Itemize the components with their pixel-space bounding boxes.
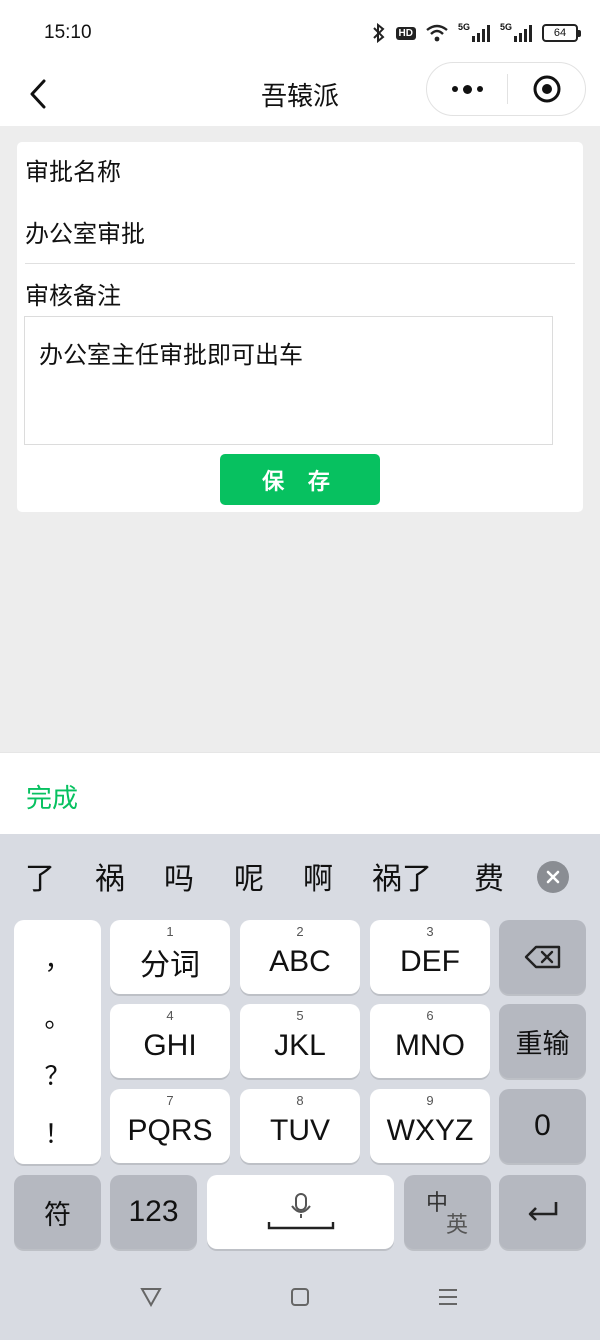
punct-key-period[interactable]: 。	[14, 998, 101, 1035]
system-navigation-bar	[0, 1254, 600, 1340]
enter-icon	[528, 1202, 557, 1221]
enter-key[interactable]	[499, 1175, 586, 1249]
punct-key-comma[interactable]: ，	[14, 940, 101, 977]
approval-name-field[interactable]: 办公室审批	[25, 214, 145, 249]
approval-name-label: 审批名称	[25, 158, 121, 186]
candidate-item[interactable]: 啊	[303, 854, 333, 898]
key-8-tuv[interactable]: 8 TUV	[240, 1089, 360, 1163]
backspace-icon	[524, 945, 560, 969]
save-button[interactable]: 保 存	[220, 454, 380, 505]
punct-key-question[interactable]: ？	[14, 1056, 101, 1093]
lang-en-label: 英	[446, 1212, 469, 1237]
candidate-item[interactable]: 祸了	[372, 854, 432, 898]
hd-icon: HD	[395, 26, 416, 40]
approval-form-card: 审批名称 办公室审批 审核备注 办公室主任审批即可出车 保 存	[17, 142, 583, 512]
close-miniprogram-button[interactable]	[508, 63, 585, 115]
reenter-key[interactable]: 重输	[499, 1004, 586, 1078]
system-home-button[interactable]	[280, 1280, 320, 1314]
candidate-item[interactable]: 吗	[164, 854, 194, 898]
key-7-pqrs[interactable]: 7 PQRS	[110, 1089, 230, 1163]
lang-zh-label: 中	[426, 1190, 449, 1215]
target-icon	[533, 75, 560, 103]
triangle-back-icon	[140, 1288, 162, 1307]
symbol-key[interactable]: 符	[14, 1175, 101, 1249]
key-6-mno[interactable]: 6 MNO	[370, 1004, 490, 1078]
square-home-icon	[291, 1288, 309, 1306]
close-icon	[546, 870, 560, 884]
bluetooth-icon	[372, 23, 386, 43]
key-4-ghi[interactable]: 4 GHI	[110, 1004, 230, 1078]
collapse-candidates-button[interactable]	[537, 861, 569, 893]
backspace-key[interactable]	[499, 920, 586, 994]
key-9-wxyz[interactable]: 9 WXYZ	[370, 1089, 490, 1163]
wifi-icon	[426, 24, 448, 42]
punct-key-exclaim[interactable]: ！	[14, 1114, 101, 1151]
language-switch-key[interactable]: 中 英	[404, 1175, 491, 1249]
remark-label: 审核备注	[25, 282, 121, 310]
key-5-jkl[interactable]: 5 JKL	[240, 1004, 360, 1078]
candidate-item[interactable]: 了	[25, 854, 55, 898]
divider	[25, 263, 575, 264]
candidate-bar: 了 祸 吗 呢 啊 祸了 费	[0, 834, 600, 918]
status-bar: 15:10 HD 5G 5G 64	[0, 0, 600, 62]
system-back-button[interactable]	[131, 1280, 171, 1314]
remark-textarea[interactable]: 办公室主任审批即可出车	[24, 316, 553, 445]
nav-bar: 吾辕派	[0, 62, 600, 126]
candidate-item[interactable]: 祸	[95, 854, 125, 898]
keyboard-toolbar: 完成	[0, 752, 600, 834]
numeric-key[interactable]: 123	[110, 1175, 197, 1249]
punctuation-column: ， 。 ？ ！	[14, 920, 101, 1164]
signal-icon-sim1: 5G	[458, 22, 490, 42]
menu-icon	[439, 1289, 457, 1305]
status-icons: HD 5G 5G 64	[372, 20, 581, 46]
candidate-item[interactable]: 呢	[234, 854, 264, 898]
key-2-abc[interactable]: 2 ABC	[240, 920, 360, 994]
candidate-item[interactable]: 费	[474, 854, 508, 898]
space-key[interactable]	[207, 1175, 394, 1249]
signal-icon-sim2: 5G	[500, 22, 532, 42]
microphone-icon	[267, 1193, 334, 1230]
done-button[interactable]: 完成	[26, 778, 78, 815]
key-1-fenci[interactable]: 1 分词	[110, 920, 230, 994]
key-3-def[interactable]: 3 DEF	[370, 920, 490, 994]
more-button[interactable]	[427, 63, 507, 115]
key-0[interactable]: 0	[499, 1089, 586, 1163]
system-recents-button[interactable]	[428, 1280, 468, 1314]
miniprogram-capsule	[426, 62, 586, 116]
ime-keyboard: 了 祸 吗 呢 啊 祸了 费 ， 。 ？ ！ 1 分词 2 ABC 3 DEF …	[0, 834, 600, 1340]
status-time: 15:10	[44, 22, 92, 43]
battery-icon: 64	[542, 24, 581, 42]
